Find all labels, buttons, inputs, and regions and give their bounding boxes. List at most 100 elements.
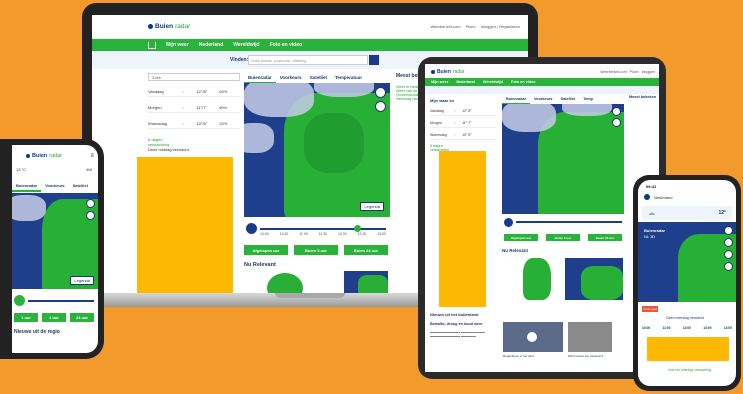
- brand-logo[interactable]: Buien radar: [148, 23, 190, 30]
- current-temp: 13 °C: [16, 167, 27, 172]
- highlight-block: [647, 337, 729, 361]
- nav-item-wereldwijd[interactable]: Wereldwijd: [233, 42, 259, 48]
- search-bar[interactable]: [425, 86, 659, 94]
- main-nav: Mijn weer Nederland Wereldwijd Foto en v…: [92, 39, 528, 51]
- zoom-out-icon[interactable]: [612, 118, 621, 127]
- news-video-thumb[interactable]: [503, 322, 563, 352]
- zoom-out-icon[interactable]: [724, 238, 733, 247]
- section-heading: Nu Relevant: [502, 248, 529, 253]
- forecast-link[interactable]: 8 dagen verwachting: [148, 137, 169, 147]
- weather-icon: ◌: [454, 108, 457, 113]
- utility-links: Weerbericht.com Pluim Inloggen: [600, 70, 655, 74]
- forecast-row[interactable]: Morgen ◌ 11° 7°: [430, 118, 496, 128]
- timeline: 10:00 10:30 11:00 11:30 12:00 12:30 13:0…: [246, 221, 388, 239]
- mini-radar[interactable]: [565, 258, 623, 300]
- zoom-out-icon[interactable]: [375, 101, 386, 112]
- radar-map[interactable]: Buienradar NL 3D: [638, 222, 736, 302]
- afgelopen-uur-button[interactable]: Afgelopen uur: [504, 234, 538, 241]
- news-title[interactable]: Bewolkt, droog en koud weer: [430, 322, 483, 326]
- zoom-out-icon[interactable]: [86, 211, 95, 220]
- nav-item-foto[interactable]: Foto en video: [511, 80, 536, 84]
- timeline-handle[interactable]: [354, 225, 361, 232]
- timeline: [14, 293, 96, 311]
- tab-satelliet[interactable]: Satelliet: [69, 181, 92, 192]
- timeline-track[interactable]: [28, 300, 94, 302]
- nav-item-nederland[interactable]: Nederland: [456, 80, 475, 84]
- brand-logo[interactable]: Buien radar: [26, 153, 62, 159]
- nav-item-nederland[interactable]: Nederland: [199, 42, 223, 48]
- util-link[interactable]: Pluim: [466, 24, 476, 29]
- radar-map[interactable]: [502, 104, 624, 214]
- nav-item-mijn-weer[interactable]: Mijn weer: [166, 42, 189, 48]
- play-icon[interactable]: [246, 223, 257, 234]
- afgelopen-uur-button[interactable]: Afgelopen uur: [244, 245, 288, 255]
- forecast-row[interactable]: Vandaag ◌ 12° 8°: [430, 106, 496, 116]
- tab-buienradar[interactable]: Buienradar: [12, 181, 42, 192]
- play-icon[interactable]: [14, 295, 25, 306]
- forecast-row[interactable]: Woensdag ◌ 10° 6°: [430, 130, 496, 140]
- news-thumb[interactable]: [568, 322, 612, 352]
- status-time: 09:41: [646, 184, 657, 189]
- buien-3-uur-button[interactable]: Buien 3 uur: [294, 245, 338, 255]
- timeline-track[interactable]: [260, 228, 386, 230]
- brand-logo[interactable]: Buien radar: [431, 69, 465, 75]
- news-item[interactable]: Regenbuien in het land: [503, 354, 534, 358]
- main-nav: Mijn weer Nederland Wereldwijd Foto en v…: [425, 78, 659, 86]
- legend-button[interactable]: Legenda: [360, 202, 384, 211]
- side-label: Mijn waar kn: [430, 98, 455, 103]
- forecast-link[interactable]: Voor het volledige verwachting: [668, 368, 711, 372]
- zoom-in-icon[interactable]: [612, 107, 621, 116]
- nav-item-foto[interactable]: Foto en video: [270, 42, 303, 48]
- wind-value: 4W: [86, 167, 92, 172]
- zoom-in-icon[interactable]: [375, 87, 386, 98]
- logo-icon: [431, 70, 435, 74]
- news-item[interactable]: Wind neemt toe vanavond: [568, 354, 603, 358]
- hour-row: 10:00 11:00 12:00 13:00 14:00: [642, 326, 732, 330]
- mini-map[interactable]: [523, 258, 551, 300]
- util-link[interactable]: Weerbericht.com: [430, 24, 460, 29]
- legend-button[interactable]: Legenda: [70, 276, 94, 285]
- utility-links: Weerbericht.com Pluim Inloggen / Registr…: [430, 24, 520, 29]
- forecast-row[interactable]: Morgen ◌ 11°/7° 40%: [148, 103, 240, 113]
- 3-uur-button[interactable]: 3 uur: [42, 313, 66, 322]
- search-button[interactable]: [369, 55, 379, 65]
- layers-icon[interactable]: [724, 250, 733, 259]
- zoom-in-icon[interactable]: [724, 226, 733, 235]
- 1-uur-button[interactable]: 1 uur: [14, 313, 38, 322]
- nav-item-wereldwijd[interactable]: Wereldwijd: [483, 80, 503, 84]
- laptop-header: Buien radar Weerbericht.com Pluim Inlogge…: [92, 15, 528, 39]
- side-search-input[interactable]: Zoek: [148, 73, 240, 81]
- buien-24-uur-button[interactable]: Buien 24 uur: [344, 245, 388, 255]
- search-input[interactable]: Zoek plaats, postcode, afdeling: [248, 55, 368, 65]
- menu-icon[interactable]: ≡: [90, 153, 94, 159]
- nav-item-mijn-weer[interactable]: Mijn weer: [431, 80, 448, 84]
- logo-icon[interactable]: [644, 194, 650, 200]
- timeline-track[interactable]: [516, 221, 622, 223]
- buien-3-uur-button[interactable]: Buien 3 uur: [546, 234, 580, 241]
- map-subtitle: NL 3D: [644, 234, 656, 239]
- timeline: [504, 216, 624, 234]
- forecast-row[interactable]: Woensdag ◌ 10°/6° 20%: [148, 119, 240, 129]
- location-icon[interactable]: [724, 262, 733, 271]
- phone-left-screen: Buien radar ≡ 13 °C 4W Buienradar Voorkeu…: [12, 145, 98, 353]
- radar-map[interactable]: Legenda: [244, 83, 390, 217]
- weather-icon: ◌: [182, 105, 185, 110]
- forecast-row[interactable]: Vandaag ◌ 12°/8° 60%: [148, 87, 240, 97]
- tab-voorkeurs[interactable]: Voorkeurs: [41, 181, 69, 192]
- home-icon[interactable]: [148, 41, 156, 49]
- play-icon[interactable]: [504, 218, 513, 227]
- buien-24-uur-button[interactable]: Buien 24 uur: [588, 234, 622, 241]
- 24-uur-button[interactable]: 24 uur: [70, 313, 94, 322]
- warning-badge[interactable]: Code geel: [642, 306, 658, 312]
- laptop-notch: [275, 293, 345, 298]
- mini-radar[interactable]: [344, 271, 388, 293]
- zoom-in-icon[interactable]: [86, 199, 95, 208]
- weather-icon: ◌: [182, 121, 185, 126]
- radar-map[interactable]: Legenda: [12, 193, 98, 289]
- highlight-block: [439, 151, 486, 307]
- util-link[interactable]: Inloggen / Registreren: [481, 24, 520, 29]
- play-icon: [527, 332, 537, 342]
- weather-icon: ◌: [454, 132, 457, 137]
- mini-map[interactable]: [267, 273, 303, 293]
- side-note: Deze middag verwacht: [148, 147, 189, 152]
